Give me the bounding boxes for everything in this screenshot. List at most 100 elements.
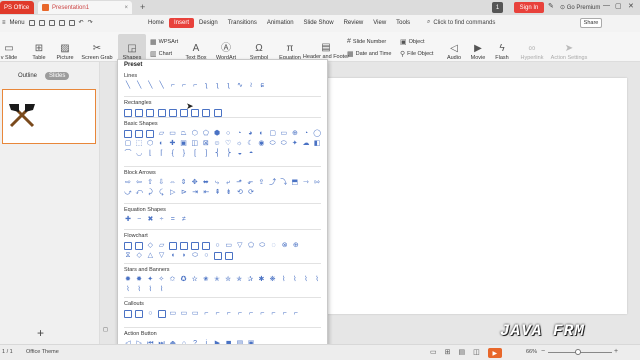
shape-icon[interactable]: ╲ bbox=[146, 82, 154, 90]
shape-icon[interactable]: ✦ bbox=[291, 140, 299, 148]
shape-icon[interactable]: ⌇ bbox=[124, 286, 132, 294]
skin-icon[interactable]: ✎ bbox=[548, 2, 554, 10]
shape-icon[interactable] bbox=[202, 109, 211, 117]
shape-icon[interactable]: ▽ bbox=[158, 252, 166, 260]
shape-icon[interactable]: ❋ bbox=[269, 276, 277, 284]
redo-icon[interactable]: ↷ bbox=[88, 19, 93, 26]
shape-icon[interactable]: ⇦ bbox=[135, 179, 143, 187]
shape-icon[interactable]: ⎨ bbox=[214, 150, 222, 158]
minimize-icon[interactable]: — bbox=[603, 2, 610, 9]
shape-icon[interactable]: ⬡ bbox=[191, 130, 199, 138]
wpsart-small-button[interactable]: ▦ WPSArt bbox=[150, 38, 178, 46]
shape-icon[interactable]: ⌇ bbox=[313, 276, 321, 284]
shape-icon[interactable]: ⇧ bbox=[146, 179, 154, 187]
notes-view-icon[interactable]: ◫ bbox=[473, 348, 480, 358]
maximize-icon[interactable]: ▢ bbox=[615, 2, 622, 10]
shape-icon[interactable]: ⬒ bbox=[291, 179, 299, 187]
tab-insert[interactable]: Insert bbox=[169, 18, 195, 28]
shape-icon[interactable]: ⇔ bbox=[169, 179, 177, 187]
action-settings-button[interactable]: ➤ Action Settings bbox=[547, 34, 591, 61]
tab-tools[interactable]: Tools bbox=[391, 18, 415, 28]
go-premium-button[interactable]: ⊙ Go Premium bbox=[560, 2, 600, 13]
shape-icon[interactable] bbox=[135, 310, 144, 318]
shape-icon[interactable]: ○ bbox=[214, 242, 222, 250]
shape-icon[interactable]: ✮ bbox=[224, 276, 232, 284]
shape-icon[interactable]: ⤹ bbox=[158, 189, 166, 197]
shape-icon[interactable]: ✩ bbox=[169, 276, 177, 284]
menu-button[interactable]: ≡ Menu ↶ ↷ bbox=[2, 19, 93, 26]
shape-icon[interactable]: ⌈ bbox=[158, 150, 166, 158]
audio-button[interactable]: ◁ Audio bbox=[442, 34, 466, 61]
shape-icon[interactable]: ◇ bbox=[146, 242, 154, 250]
slide-number-button[interactable]: # Slide Number bbox=[347, 38, 386, 45]
print-icon[interactable] bbox=[58, 19, 65, 26]
shape-icon[interactable]: ⇰ bbox=[313, 179, 321, 187]
tab-design[interactable]: Design bbox=[194, 18, 223, 28]
shape-icon[interactable] bbox=[135, 109, 144, 117]
shape-icon[interactable]: ✬ bbox=[202, 276, 210, 284]
shape-icon[interactable]: ⤴ bbox=[269, 179, 277, 187]
shape-icon[interactable]: ⌐ bbox=[258, 310, 266, 318]
shape-icon[interactable]: ◗ bbox=[180, 252, 188, 260]
shape-icon[interactable] bbox=[202, 242, 211, 250]
shape-icon[interactable] bbox=[124, 310, 132, 318]
shape-icon[interactable]: ◉ bbox=[258, 140, 266, 148]
movie-button[interactable]: ▶ Movie bbox=[467, 34, 489, 61]
shape-icon[interactable]: ⬡ bbox=[146, 140, 154, 148]
shape-icon[interactable]: ✦ bbox=[146, 276, 154, 284]
shape-icon[interactable]: ÷ bbox=[158, 216, 166, 224]
shape-icon[interactable]: ⌇ bbox=[280, 276, 288, 284]
tab-outline[interactable]: Outline bbox=[14, 72, 41, 80]
shape-icon[interactable]: ✚ bbox=[124, 216, 132, 224]
shape-icon[interactable] bbox=[124, 109, 132, 117]
shape-icon[interactable]: ⏢ bbox=[180, 130, 188, 138]
slide-thumbnail[interactable] bbox=[2, 89, 96, 144]
shape-icon[interactable]: ✰ bbox=[246, 276, 254, 284]
shape-icon[interactable]: ⤸ bbox=[146, 189, 154, 197]
shape-icon[interactable]: ⇕ bbox=[180, 179, 188, 187]
shape-icon[interactable]: ⤵ bbox=[280, 179, 288, 187]
shape-icon[interactable]: ○ bbox=[224, 130, 232, 138]
tab-animation[interactable]: Animation bbox=[262, 18, 299, 28]
symbol-button[interactable]: Ω Symbol bbox=[246, 34, 272, 61]
shape-icon[interactable]: ⊕ bbox=[292, 242, 300, 250]
shape-icon[interactable]: ◯ bbox=[313, 130, 321, 138]
open-folder-icon[interactable] bbox=[38, 19, 45, 26]
shape-icon[interactable]: ⬠ bbox=[202, 130, 210, 138]
file-object-button[interactable]: ⚲ File Object bbox=[400, 50, 433, 58]
shape-icon[interactable] bbox=[168, 242, 177, 250]
shape-icon[interactable]: ⤶ bbox=[224, 179, 232, 187]
shape-icon[interactable]: ⟲ bbox=[236, 189, 244, 197]
normal-view-icon[interactable]: ▭ bbox=[430, 348, 437, 358]
shape-icon[interactable]: ✥ bbox=[191, 179, 199, 187]
shape-icon[interactable]: ⬢ bbox=[213, 130, 221, 138]
object-button[interactable]: ▣ Object bbox=[400, 38, 425, 46]
shape-icon[interactable]: ⤷ bbox=[213, 179, 221, 187]
sign-in-button[interactable]: Sign In bbox=[514, 2, 544, 13]
shape-icon[interactable]: ⌒ bbox=[124, 150, 132, 158]
tab-slides[interactable]: Slides bbox=[45, 72, 70, 80]
shape-icon[interactable] bbox=[124, 130, 132, 138]
shape-icon[interactable]: ▱ bbox=[158, 242, 166, 250]
shape-icon[interactable]: ≀ bbox=[247, 82, 255, 90]
shape-icon[interactable]: ⬭ bbox=[269, 140, 277, 148]
shape-icon[interactable]: ⌐ bbox=[269, 310, 277, 318]
chart-button[interactable]: ▥ Chart bbox=[150, 50, 172, 58]
shape-icon[interactable]: ⬐ bbox=[246, 179, 254, 187]
shape-icon[interactable]: ✫ bbox=[191, 276, 199, 284]
undo-icon[interactable]: ↶ bbox=[79, 19, 84, 26]
screen-grab-button[interactable]: ✂ Screen Grab bbox=[80, 34, 114, 61]
zoom-in-button[interactable]: + bbox=[614, 348, 618, 355]
shape-icon[interactable]: ⇞ bbox=[214, 189, 222, 197]
shape-icon[interactable] bbox=[213, 252, 222, 260]
command-search[interactable]: ⌕ Click to find commands bbox=[427, 19, 495, 26]
shape-icon[interactable]: ⇨ bbox=[124, 179, 132, 187]
tab-transitions[interactable]: Transitions bbox=[223, 18, 262, 28]
shape-icon[interactable]: ⌇ bbox=[135, 286, 143, 294]
shape-icon[interactable] bbox=[146, 109, 155, 117]
shape-icon[interactable]: ⌐ bbox=[236, 310, 244, 318]
shape-icon[interactable]: ⌐ bbox=[247, 310, 255, 318]
preview-icon[interactable] bbox=[68, 19, 75, 26]
shape-icon[interactable]: ⇩ bbox=[157, 179, 165, 187]
shape-icon[interactable]: ⇾ bbox=[302, 179, 310, 187]
